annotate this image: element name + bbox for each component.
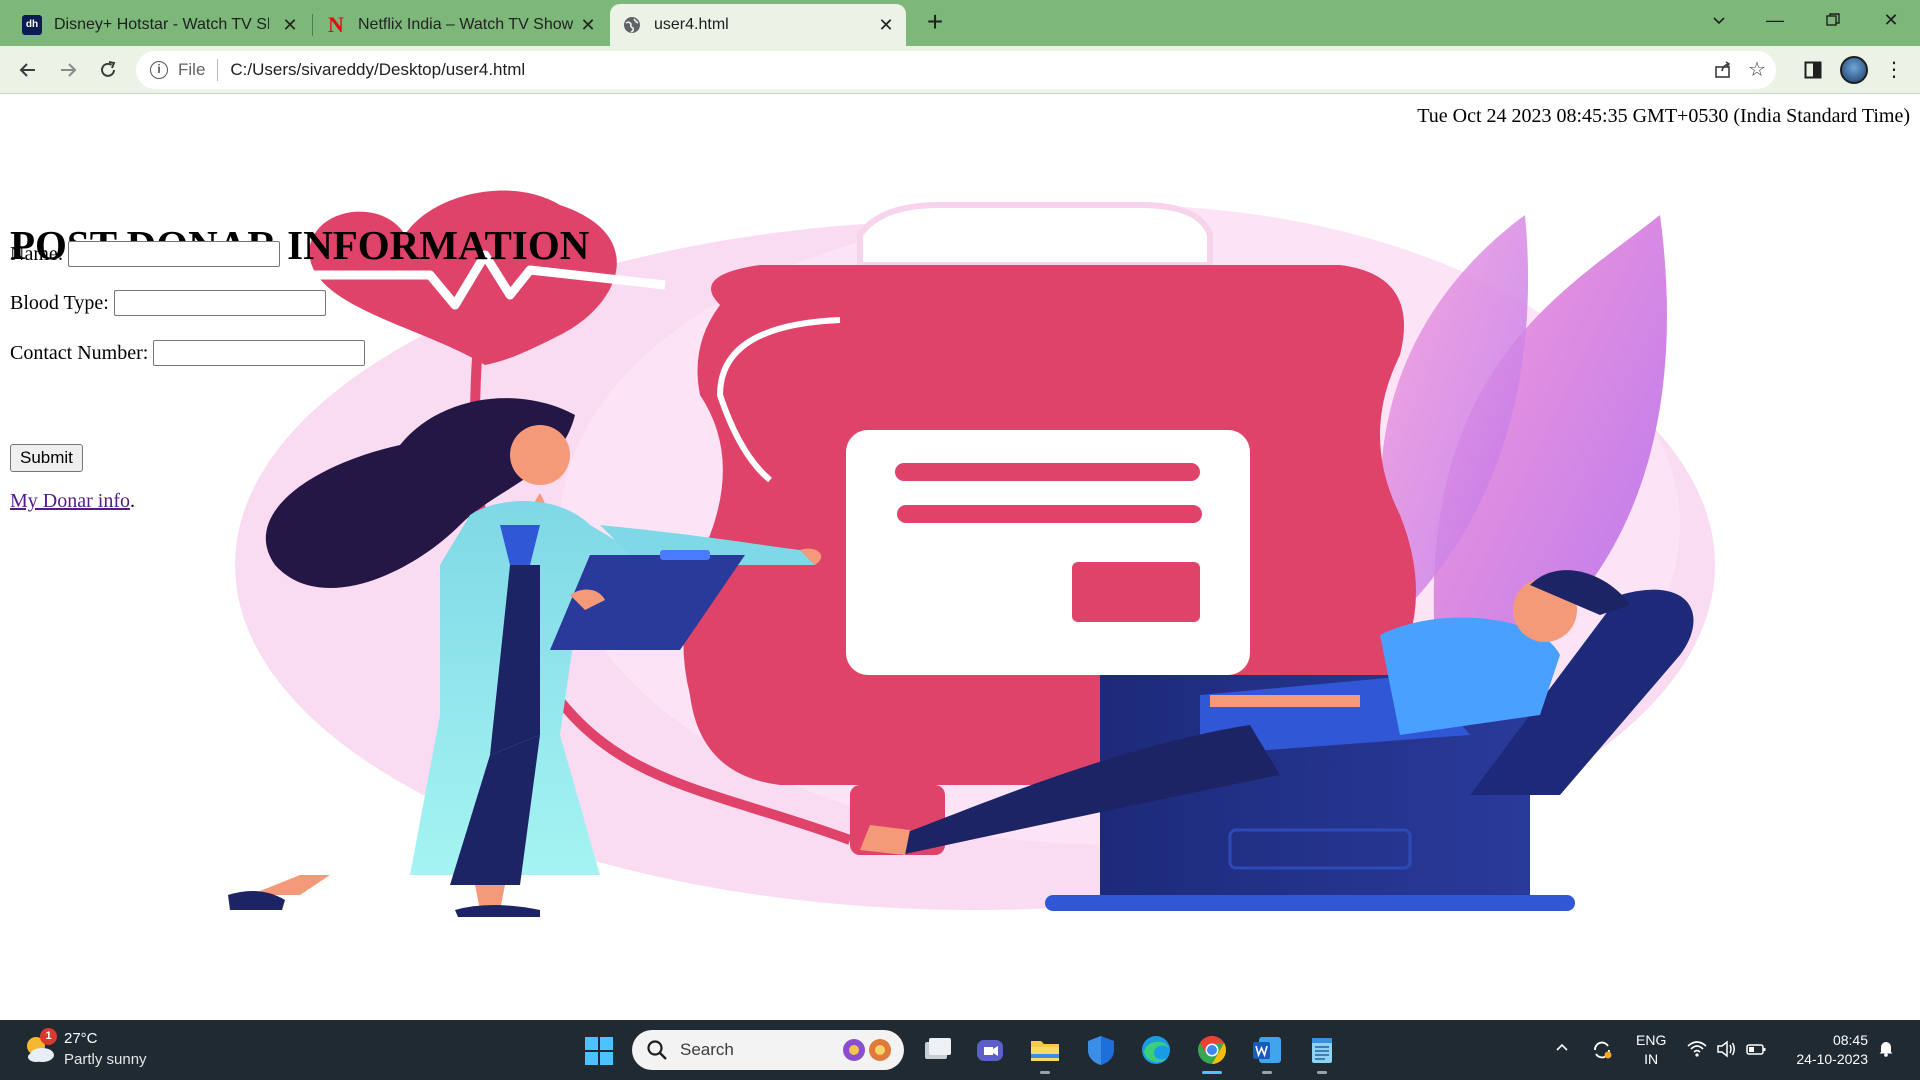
new-tab-button[interactable]: +	[920, 8, 950, 38]
show-hidden-icons-chevron-icon[interactable]	[1550, 1038, 1574, 1062]
current-datetime: Tue Oct 24 2023 08:45:35 GMT+0530 (India…	[1417, 105, 1910, 127]
blood-type-label: Blood Type:	[10, 291, 109, 314]
contact-number-label: Contact Number:	[10, 341, 149, 364]
site-info-icon[interactable]: i	[150, 61, 168, 79]
share-icon[interactable]	[1710, 57, 1736, 83]
contact-number-input[interactable]	[153, 340, 366, 366]
tab-title: user4.html	[654, 16, 729, 33]
reload-button[interactable]	[92, 54, 124, 86]
close-icon[interactable]: ✕	[876, 15, 896, 35]
clock-time: 08:45	[1832, 1032, 1868, 1048]
clock-date: 24-10-2023	[1796, 1051, 1868, 1067]
url-text[interactable]: C:/Users/sivareddy/Desktop/user4.html	[230, 60, 525, 80]
netflix-icon: N	[328, 12, 344, 37]
word-icon[interactable]	[1249, 1032, 1285, 1074]
name-label: Name:	[10, 242, 64, 265]
language-code: ENG	[1636, 1032, 1667, 1048]
my-donar-info-link[interactable]: My Donar info	[10, 490, 130, 512]
contact-number-row: Contact Number:	[10, 340, 366, 366]
address-bar[interactable]: i File C:/Users/sivareddy/Desktop/user4.…	[136, 51, 1776, 89]
search-placeholder: Search	[680, 1040, 734, 1059]
scheme-label: File	[178, 60, 206, 79]
close-icon[interactable]: ✕	[578, 15, 598, 35]
tab-strip: dh Disney+ Hotstar - Watch TV Shows ✕ N …	[0, 0, 1920, 46]
chrome-icon[interactable]	[1194, 1032, 1230, 1074]
search-icon	[647, 1040, 667, 1060]
tab-search-chevron-icon[interactable]	[1696, 4, 1742, 36]
tab-separator	[312, 14, 313, 36]
edge-icon[interactable]	[1138, 1032, 1174, 1068]
tab-netflix[interactable]: N Netflix India – Watch TV Shows Online …	[314, 4, 608, 46]
page-content: Tue Oct 24 2023 08:45:35 GMT+0530 (India…	[0, 95, 1920, 1020]
restore-button[interactable]	[1810, 4, 1856, 36]
close-icon[interactable]: ✕	[280, 15, 300, 35]
wifi-icon[interactable]	[1685, 1038, 1709, 1062]
notification-bell-icon[interactable]	[1874, 1038, 1898, 1062]
menu-dots-icon[interactable]: ⋮	[1878, 54, 1910, 86]
notification-badge: 1	[40, 1028, 57, 1045]
weather-temp: 27°C	[64, 1030, 98, 1047]
taskbar: 1 27°C Partly sunny Search ENG IN 08:45 …	[0, 1020, 1920, 1080]
bookmark-star-icon[interactable]: ☆	[1744, 57, 1770, 83]
hotstar-icon: dh	[22, 15, 42, 35]
region-code: IN	[1644, 1051, 1659, 1067]
submit-button[interactable]: Submit	[10, 444, 83, 472]
language-indicator[interactable]: ENG IN	[1636, 1031, 1666, 1069]
taskbar-search[interactable]: Search	[632, 1030, 904, 1070]
blood-type-row: Blood Type:	[10, 290, 326, 316]
divider	[217, 59, 219, 81]
minimize-button[interactable]: —	[1752, 4, 1798, 36]
defender-icon[interactable]	[1083, 1032, 1119, 1068]
battery-icon[interactable]	[1744, 1038, 1768, 1062]
close-window-button[interactable]: ✕	[1868, 4, 1914, 36]
back-button[interactable]	[12, 54, 44, 86]
task-view-icon[interactable]	[919, 1032, 955, 1068]
profile-avatar[interactable]	[1840, 56, 1868, 84]
side-panel-icon[interactable]	[1797, 54, 1829, 86]
link-suffix: .	[129, 490, 135, 512]
blood-type-input[interactable]	[113, 290, 326, 316]
notepad-icon[interactable]	[1304, 1032, 1340, 1074]
tab-user4[interactable]: user4.html ✕	[610, 4, 906, 46]
file-explorer-icon[interactable]	[1027, 1032, 1063, 1074]
tab-title: Netflix India – Watch TV Shows Online	[358, 16, 573, 33]
tab-title: Disney+ Hotstar - Watch TV Shows	[54, 16, 269, 33]
windows-start-icon[interactable]	[585, 1037, 613, 1065]
weather-desc: Partly sunny	[64, 1051, 147, 1068]
sync-icon[interactable]	[1590, 1038, 1614, 1062]
system-clock[interactable]: 08:45 24-10-2023	[1784, 1031, 1868, 1069]
tab-hotstar[interactable]: dh Disney+ Hotstar - Watch TV Shows ✕	[10, 4, 310, 46]
search-highlight-icon	[843, 1039, 891, 1061]
name-row: Name:	[10, 241, 281, 267]
donar-info-link-row: My Donar info.	[10, 490, 135, 513]
forward-button[interactable]	[52, 54, 84, 86]
volume-icon[interactable]	[1714, 1038, 1738, 1062]
name-input[interactable]	[68, 241, 281, 267]
globe-icon	[624, 17, 640, 33]
browser-toolbar: i File C:/Users/sivareddy/Desktop/user4.…	[0, 46, 1920, 94]
teams-icon[interactable]	[972, 1032, 1008, 1068]
